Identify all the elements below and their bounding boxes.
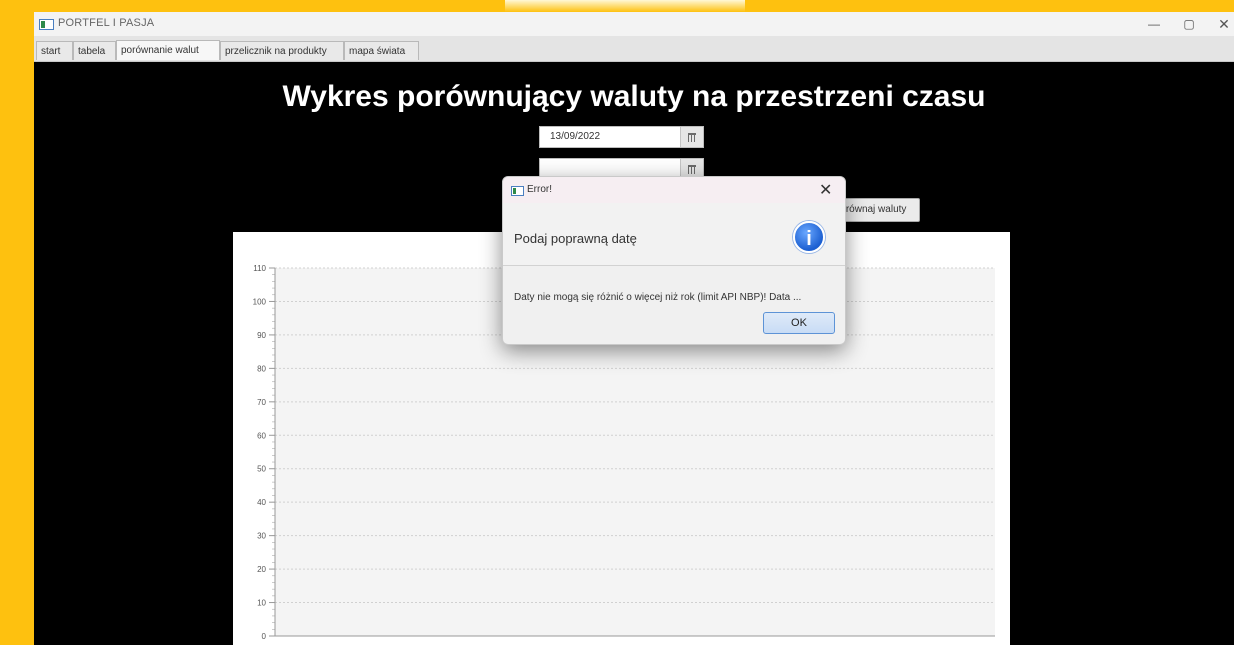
title-bar: PORTFEL I PASJA — ▢ ✕	[34, 12, 1234, 36]
y-tick-label: 50	[257, 465, 266, 474]
dialog-header: Podaj poprawną datę i	[503, 203, 845, 266]
content-area: Wykres porównujący waluty na przestrzeni…	[34, 62, 1234, 645]
y-tick-label: 100	[253, 297, 267, 306]
app-window: PORTFEL I PASJA — ▢ ✕ start tabela porów…	[34, 12, 1234, 645]
start-date-picker[interactable]: 13/09/2022	[539, 126, 704, 148]
maximize-button[interactable]: ▢	[1174, 15, 1204, 33]
info-icon: i	[793, 221, 825, 253]
tab-bar: start tabela porównanie walut przeliczni…	[34, 36, 1234, 62]
ok-button[interactable]: OK	[763, 312, 835, 334]
y-tick-label: 90	[257, 331, 266, 340]
tab-przelicznik-na-produkty[interactable]: przelicznik na produkty	[220, 41, 344, 60]
start-date-input[interactable]: 13/09/2022	[550, 131, 600, 142]
window-title: PORTFEL I PASJA	[58, 17, 155, 29]
dialog-close-icon[interactable]: ✕	[819, 180, 832, 200]
y-tick-label: 80	[257, 364, 266, 373]
dialog-message: Daty nie mogą się różnić o więcej niż ro…	[514, 292, 802, 303]
y-tick-label: 20	[257, 565, 266, 574]
dialog-app-icon	[511, 186, 524, 196]
y-tick-label: 0	[262, 632, 267, 641]
dialog-title-bar: Error! ✕	[503, 177, 845, 203]
y-tick-label: 40	[257, 498, 266, 507]
dialog-header-text: Podaj poprawną datę	[514, 231, 637, 246]
screen-overlay	[505, 0, 745, 12]
page-title: Wykres porównujący waluty na przestrzeni…	[282, 80, 986, 113]
tab-start[interactable]: start	[36, 41, 73, 60]
tab-porownanie-walut[interactable]: porównanie walut	[116, 40, 220, 60]
y-tick-label: 70	[257, 398, 266, 407]
error-dialog: Error! ✕ Podaj poprawną datę i Daty nie …	[502, 176, 846, 345]
close-button[interactable]: ✕	[1209, 15, 1234, 33]
dialog-title: Error!	[527, 184, 552, 195]
tab-tabela[interactable]: tabela	[73, 41, 116, 60]
tab-mapa-swiata[interactable]: mapa świata	[344, 41, 419, 60]
y-tick-label: 60	[257, 431, 266, 440]
app-icon	[39, 19, 54, 30]
y-tick-label: 10	[257, 599, 266, 608]
minimize-button[interactable]: —	[1139, 15, 1169, 33]
y-tick-label: 110	[253, 264, 266, 273]
y-tick-label: 30	[257, 532, 266, 541]
calendar-icon[interactable]	[680, 127, 703, 147]
